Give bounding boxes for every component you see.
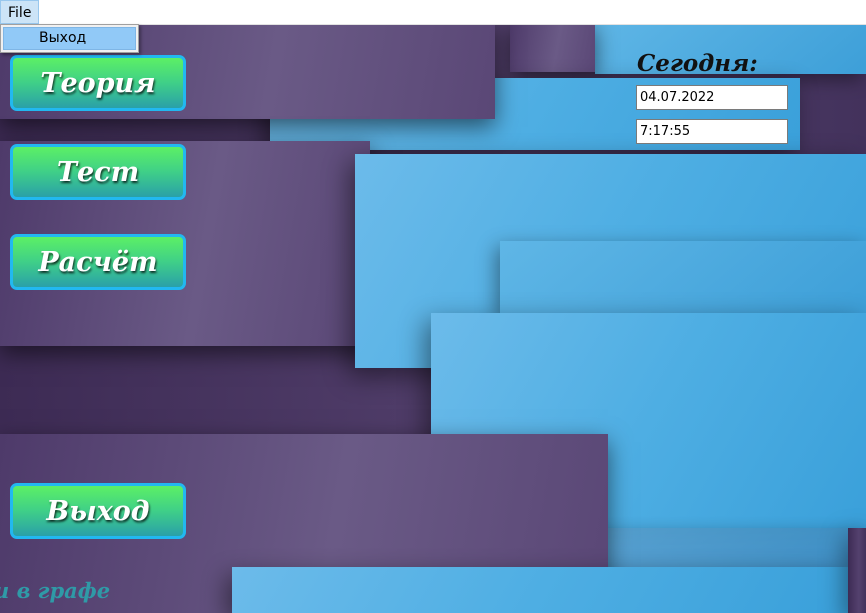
theory-button[interactable]: Теория [10,55,186,111]
menu-file[interactable]: File [0,0,40,24]
calc-button[interactable]: Расчёт [10,234,186,290]
bg-purple-top-mid [510,20,595,72]
menu-bar: File [0,0,866,25]
today-label: Сегодня: [637,50,758,77]
time-field[interactable]: 7:17:55 [636,119,788,144]
date-field[interactable]: 04.07.2022 [636,85,788,110]
bg-blue-band [500,241,866,316]
bg-purple-edge [848,528,866,613]
menu-item-exit[interactable]: Выход [3,27,136,50]
file-dropdown-menu: Выход [0,24,139,53]
exit-button[interactable]: Выход [10,483,186,539]
footer-caption: и в графе [0,578,111,603]
bg-blue-bottom [232,567,848,613]
test-button[interactable]: Тест [10,144,186,200]
